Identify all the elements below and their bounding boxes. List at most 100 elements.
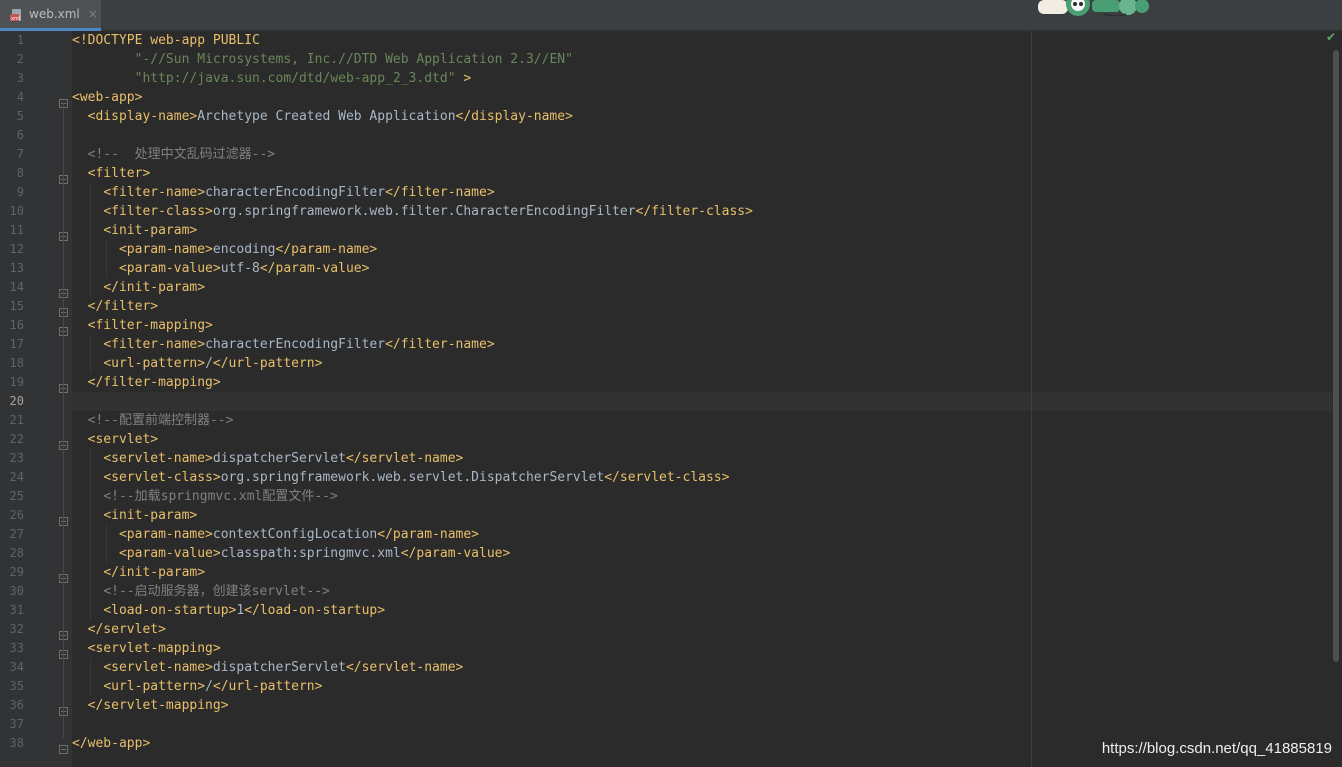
code-line: "http://java.sun.com/dtd/web-app_2_3.dtd… — [72, 69, 472, 88]
line-number: 7 — [16, 147, 24, 161]
line-number: 34 — [9, 660, 24, 674]
code-line: </web-app> — [72, 734, 150, 753]
code-token: </init-param> — [103, 565, 206, 580]
code-token: <filter> — [87, 166, 151, 181]
code-line: <param-value>utf-8</param-value> — [72, 259, 369, 278]
fold-marker-icon[interactable] — [59, 93, 68, 108]
code-token: <param-value> — [118, 546, 221, 561]
code-token: </url-pattern> — [212, 356, 323, 371]
code-token: org.springframework.web.servlet.Dispatch… — [220, 470, 605, 485]
code-token: <init-param> — [103, 223, 198, 238]
code-line: <param-name>contextConfigLocation</param… — [72, 525, 479, 544]
code-token: <servlet-class> — [103, 470, 221, 485]
code-line: <filter-name>characterEncodingFilter</fi… — [72, 183, 494, 202]
code-token: "http://java.sun.com/dtd/web-app_2_3.dtd… — [134, 71, 456, 86]
code-token: </servlet-class> — [604, 470, 730, 485]
code-line: "-//Sun Microsystems, Inc.//DTD Web Appl… — [72, 50, 573, 69]
line-number: 17 — [9, 337, 24, 351]
line-number: 37 — [9, 717, 24, 731]
line-number: 29 — [9, 565, 24, 579]
code-token: <filter-name> — [103, 337, 206, 352]
code-line: <filter-mapping> — [72, 316, 213, 335]
line-number: 3 — [16, 71, 24, 85]
code-line: <servlet-name>dispatcherServlet</servlet… — [72, 449, 463, 468]
code-token: characterEncodingFilter — [205, 185, 386, 200]
code-line: </servlet> — [72, 620, 166, 639]
code-line: <filter> — [72, 164, 151, 183]
code-token: / — [205, 356, 213, 371]
tab-label: web.xml — [29, 7, 80, 21]
code-token: <param-name> — [118, 242, 213, 257]
close-tab-icon[interactable]: × — [88, 7, 98, 21]
code-line: <!--启动服务器，创建该servlet--> — [72, 582, 330, 601]
code-token: <filter-name> — [103, 185, 206, 200]
code-token: <url-pattern> — [103, 679, 206, 694]
line-number: 23 — [9, 451, 24, 465]
code-token: </param-name> — [275, 242, 378, 257]
mascot-decoration — [1034, 0, 1154, 17]
line-number: 13 — [9, 261, 24, 275]
code-token: </filter-name> — [385, 337, 495, 352]
code-token: dispatcherServlet — [212, 660, 346, 675]
code-line: <filter-name>characterEncodingFilter</fi… — [72, 335, 495, 354]
line-number: 27 — [9, 527, 24, 541]
code-editor[interactable]: <!DOCTYPE web-app PUBLIC "-//Sun Microsy… — [72, 31, 1332, 767]
line-number: 11 — [9, 223, 24, 237]
code-line: </servlet-mapping> — [72, 696, 229, 715]
inspection-ok-icon: ✔ — [1326, 30, 1337, 44]
tab-web-xml[interactable]: xml web.xml × — [0, 0, 101, 31]
code-line: </filter> — [72, 297, 158, 316]
code-token: characterEncodingFilter — [205, 337, 386, 352]
code-token: <!--配置前端控制器--> — [87, 413, 234, 428]
code-line: <servlet-mapping> — [72, 639, 221, 658]
fold-marker-icon[interactable] — [59, 739, 68, 754]
code-token: / — [205, 679, 213, 694]
code-token: </servlet-mapping> — [87, 698, 229, 713]
watermark: https://blog.csdn.net/qq_41885819 — [1101, 740, 1332, 757]
line-number: 38 — [9, 736, 24, 750]
xml-file-icon: xml — [10, 7, 24, 22]
line-number: 22 — [9, 432, 24, 446]
code-token: </display-name> — [455, 109, 573, 124]
code-token: <servlet-mapping> — [87, 641, 221, 656]
code-token: Archetype Created Web Application — [197, 109, 456, 124]
line-number: 26 — [9, 508, 24, 522]
code-token: <param-value> — [118, 261, 221, 276]
code-token: <display-name> — [87, 109, 198, 124]
code-token: <url-pattern> — [103, 356, 206, 371]
code-line: <param-name>encoding</param-name> — [72, 240, 377, 259]
code-line: <!DOCTYPE web-app PUBLIC — [72, 31, 260, 50]
code-line: <servlet-class>org.springframework.web.s… — [72, 468, 729, 487]
code-token: utf-8 — [220, 261, 260, 276]
code-token: > — [455, 71, 472, 86]
code-line: </filter-mapping> — [72, 373, 221, 392]
fold-range-line — [63, 653, 64, 700]
code-token: <filter-class> — [103, 204, 213, 219]
code-line: <servlet-name>dispatcherServlet</servlet… — [72, 658, 463, 677]
code-token: <load-on-startup> — [103, 603, 237, 618]
scrollbar-thumb[interactable] — [1333, 50, 1339, 662]
line-number: 12 — [9, 242, 24, 256]
line-number: 4 — [16, 90, 24, 104]
code-token: </param-value> — [400, 546, 511, 561]
